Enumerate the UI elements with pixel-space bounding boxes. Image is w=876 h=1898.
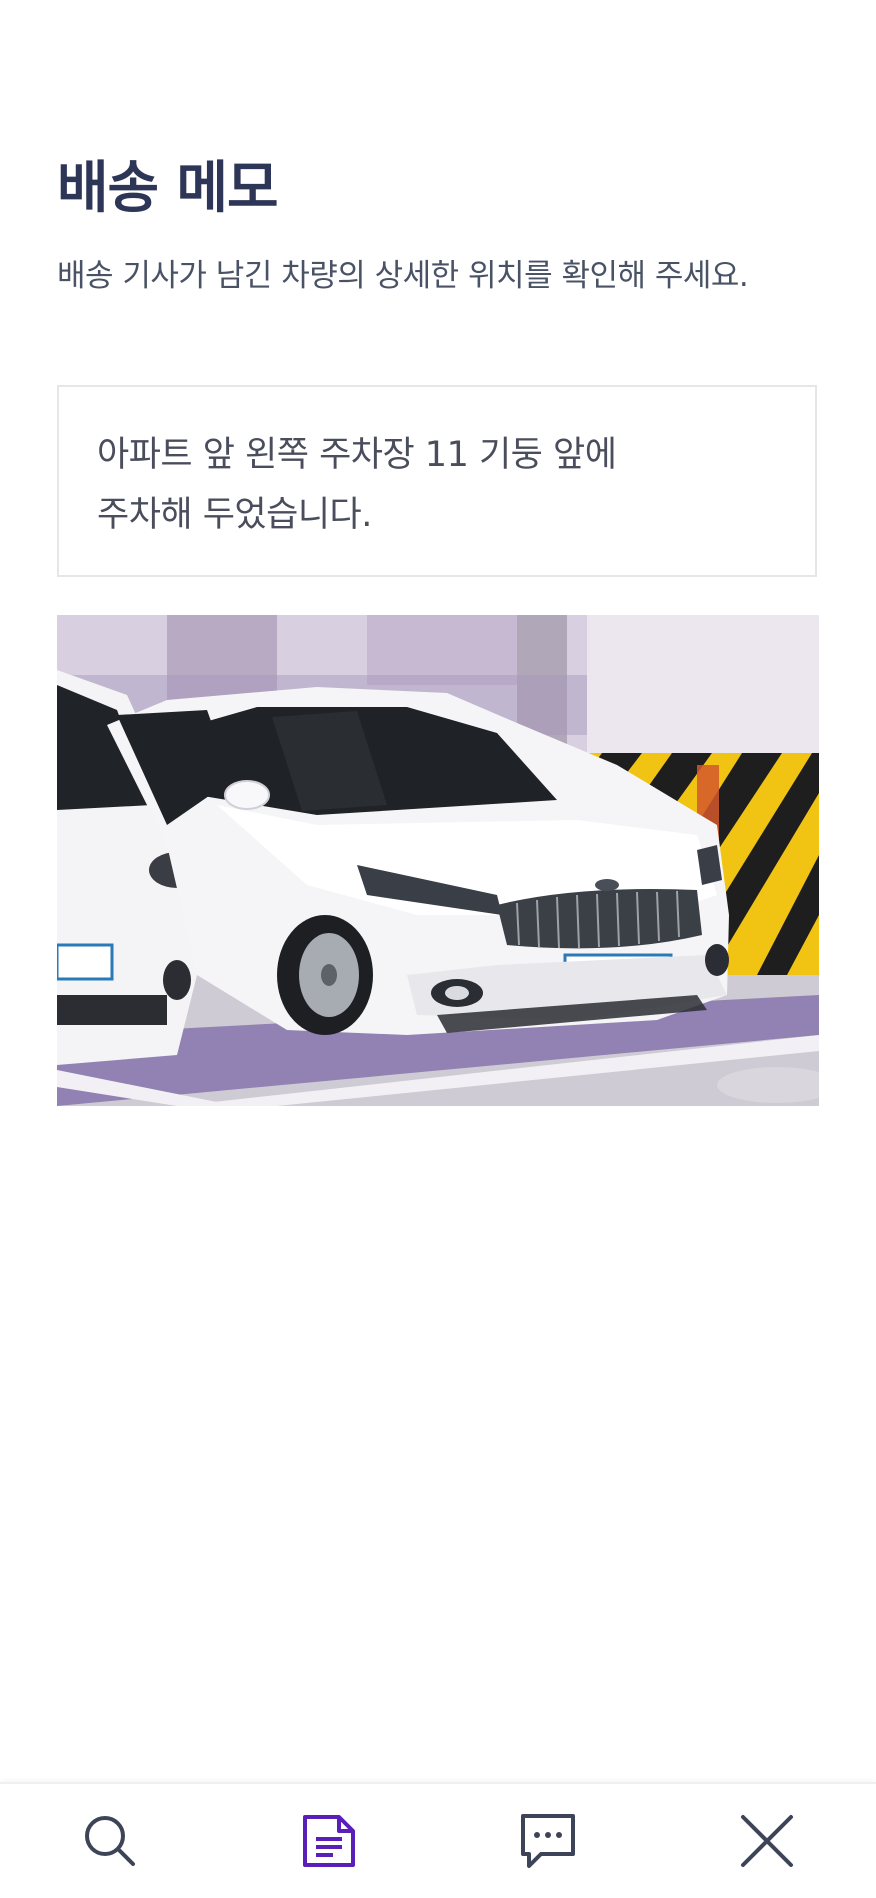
chat-icon — [520, 1814, 575, 1868]
parked-car-photo — [57, 615, 819, 1106]
page-title: 배송 메모 — [57, 156, 279, 221]
close-icon — [740, 1815, 793, 1867]
memo-line-1: 아파트 앞 왼쪽 주차장 11 기둥 앞에 — [97, 435, 617, 475]
delivery-memo-box: 아파트 앞 왼쪽 주차장 11 기둥 앞에 주차해 두었습니다. — [57, 385, 817, 577]
memo-line-2: 주차해 두었습니다. — [97, 495, 372, 535]
document-icon — [302, 1815, 355, 1867]
bottom-navigation-bar — [0, 1782, 876, 1898]
close-button[interactable] — [657, 1784, 876, 1898]
chat-button[interactable] — [438, 1784, 657, 1898]
search-button[interactable] — [0, 1784, 219, 1898]
search-icon — [84, 1816, 135, 1866]
memo-tab-button[interactable] — [219, 1784, 438, 1898]
page-subtitle: 배송 기사가 남긴 차량의 상세한 위치를 확인해 주세요. — [57, 258, 749, 294]
